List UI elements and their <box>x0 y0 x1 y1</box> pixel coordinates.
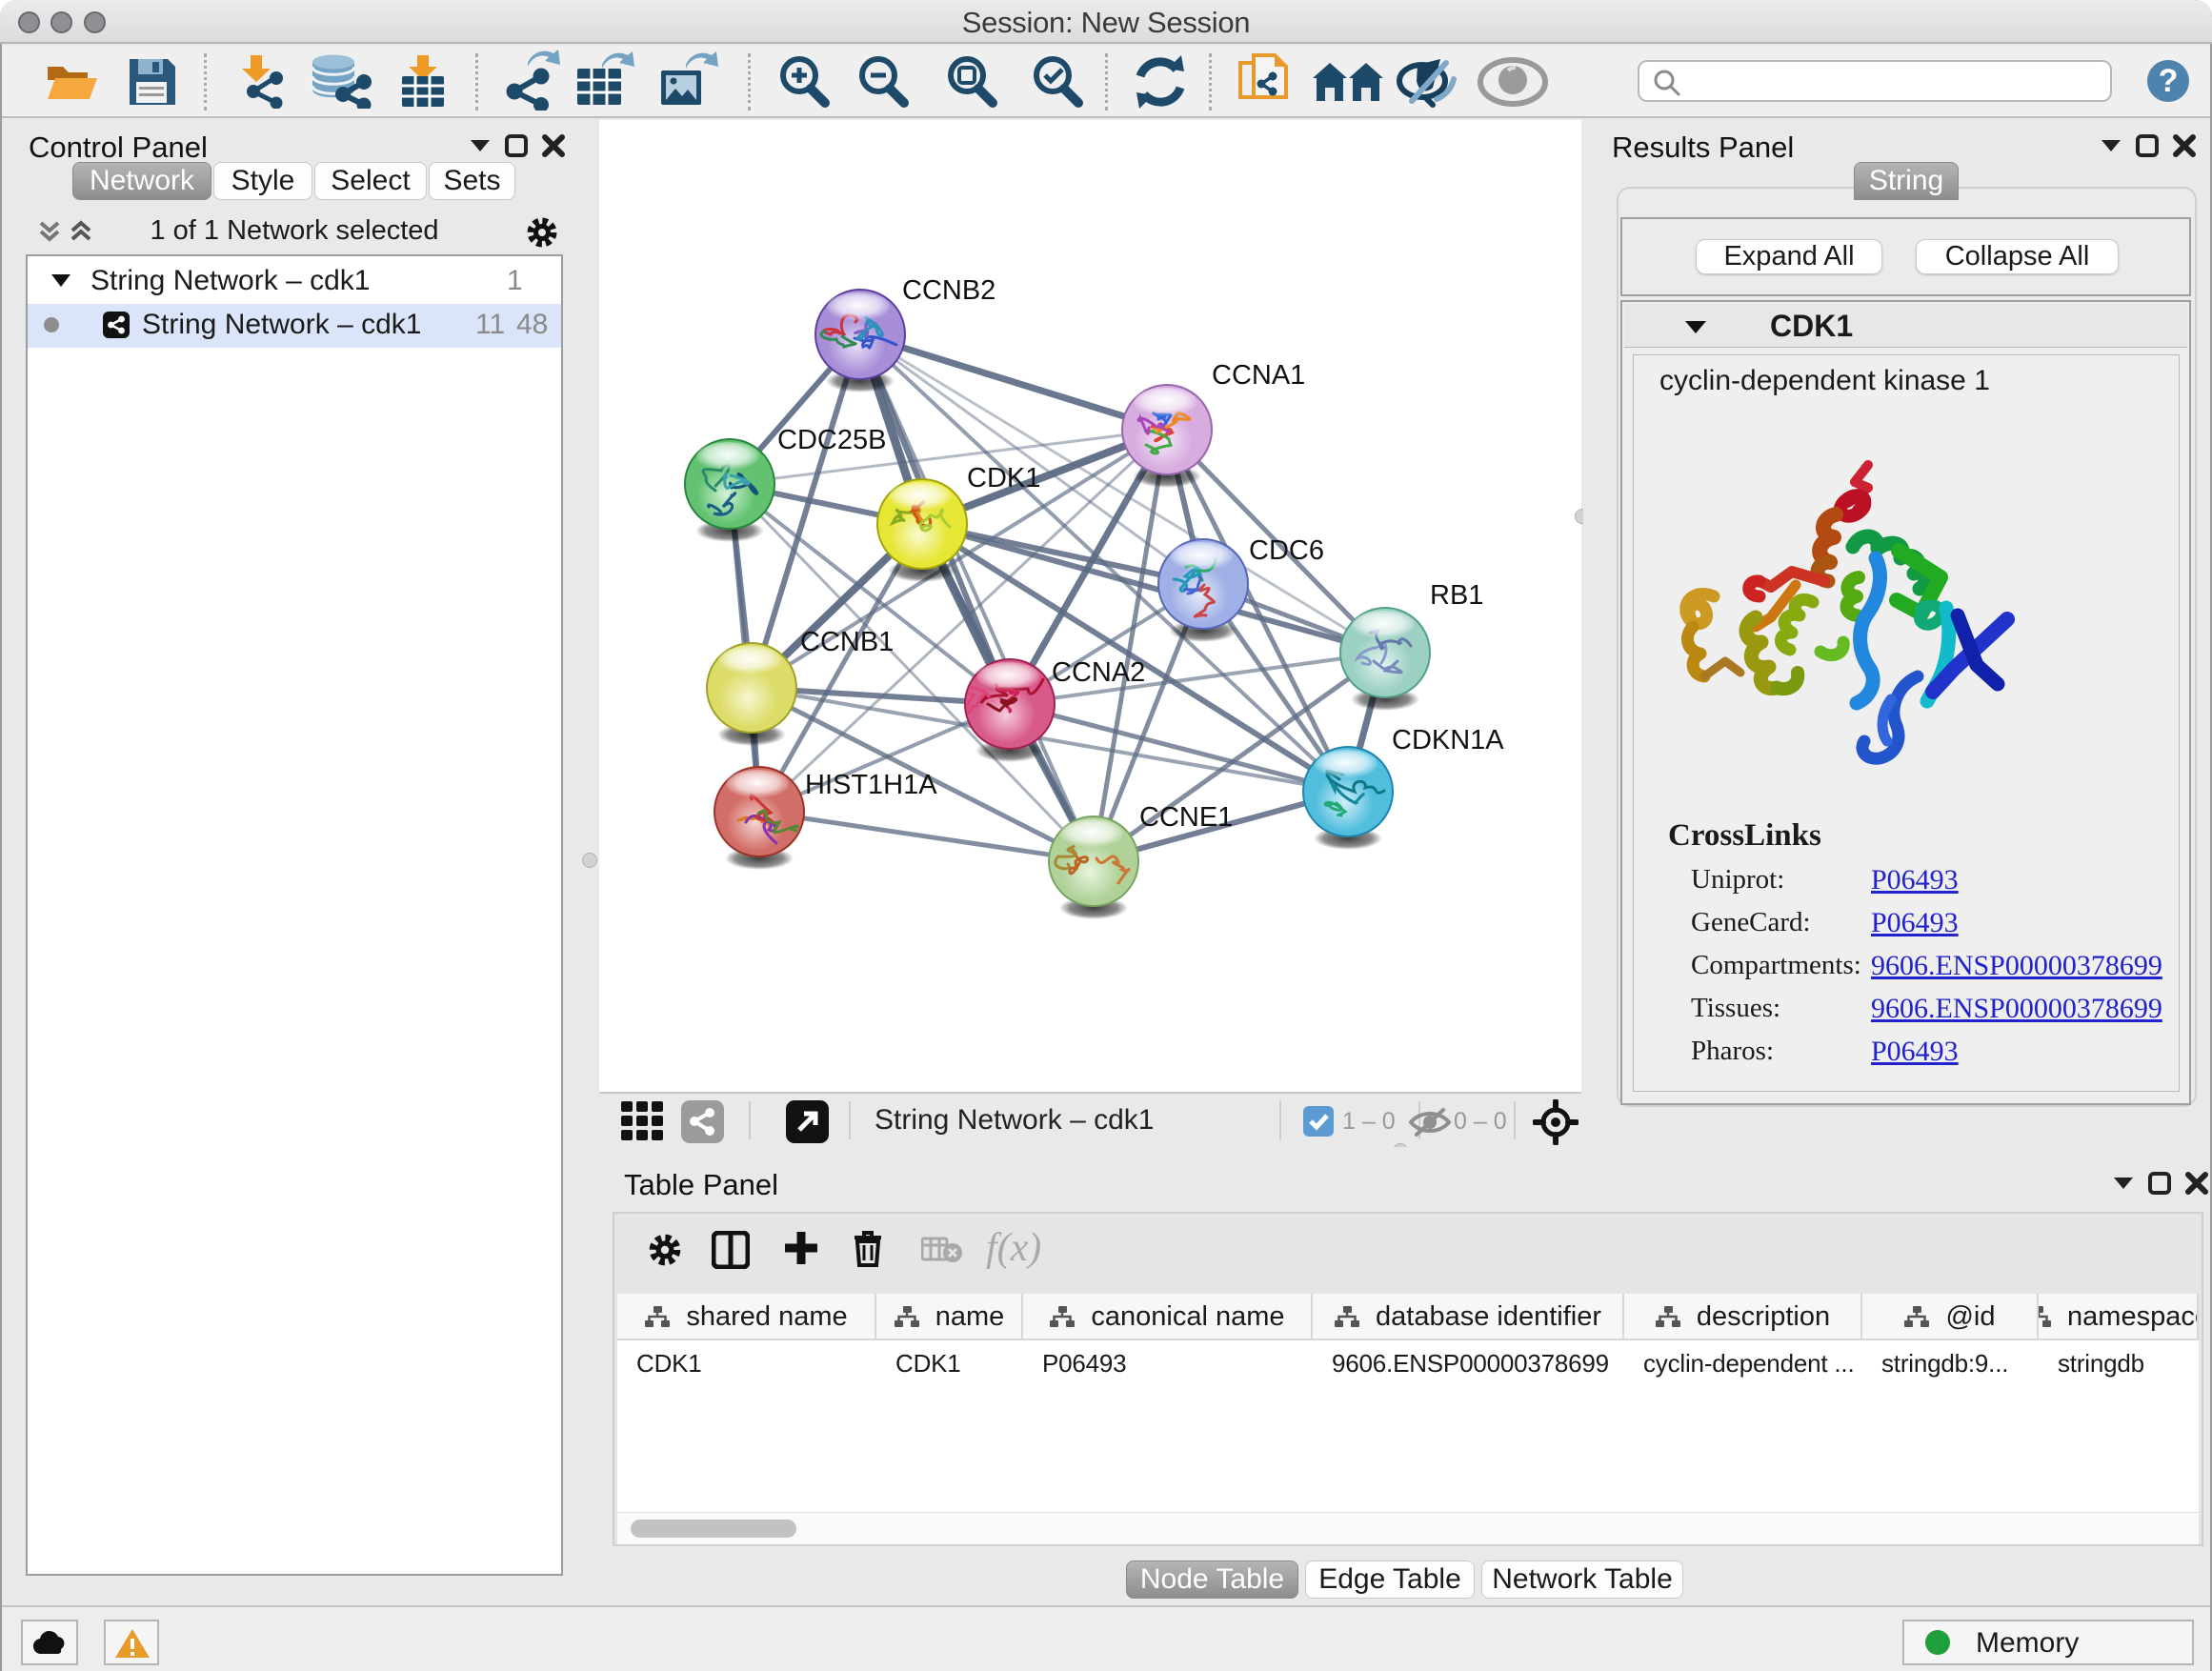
svg-text:CDKN1A: CDKN1A <box>1392 725 1504 755</box>
svg-text:RB1: RB1 <box>1430 580 1483 611</box>
svg-text:CDC25B: CDC25B <box>777 425 886 455</box>
svg-text:CCNA1: CCNA1 <box>1212 360 1305 391</box>
svg-text:CDC6: CDC6 <box>1249 535 1324 566</box>
svg-text:CDK1: CDK1 <box>967 463 1040 493</box>
svg-text:CCNE1: CCNE1 <box>1139 802 1233 833</box>
svg-text:CCNB2: CCNB2 <box>902 275 995 306</box>
svg-text:CCNB1: CCNB1 <box>800 627 894 657</box>
svg-text:HIST1H1A: HIST1H1A <box>805 770 937 800</box>
svg-text:CCNA2: CCNA2 <box>1052 657 1145 688</box>
